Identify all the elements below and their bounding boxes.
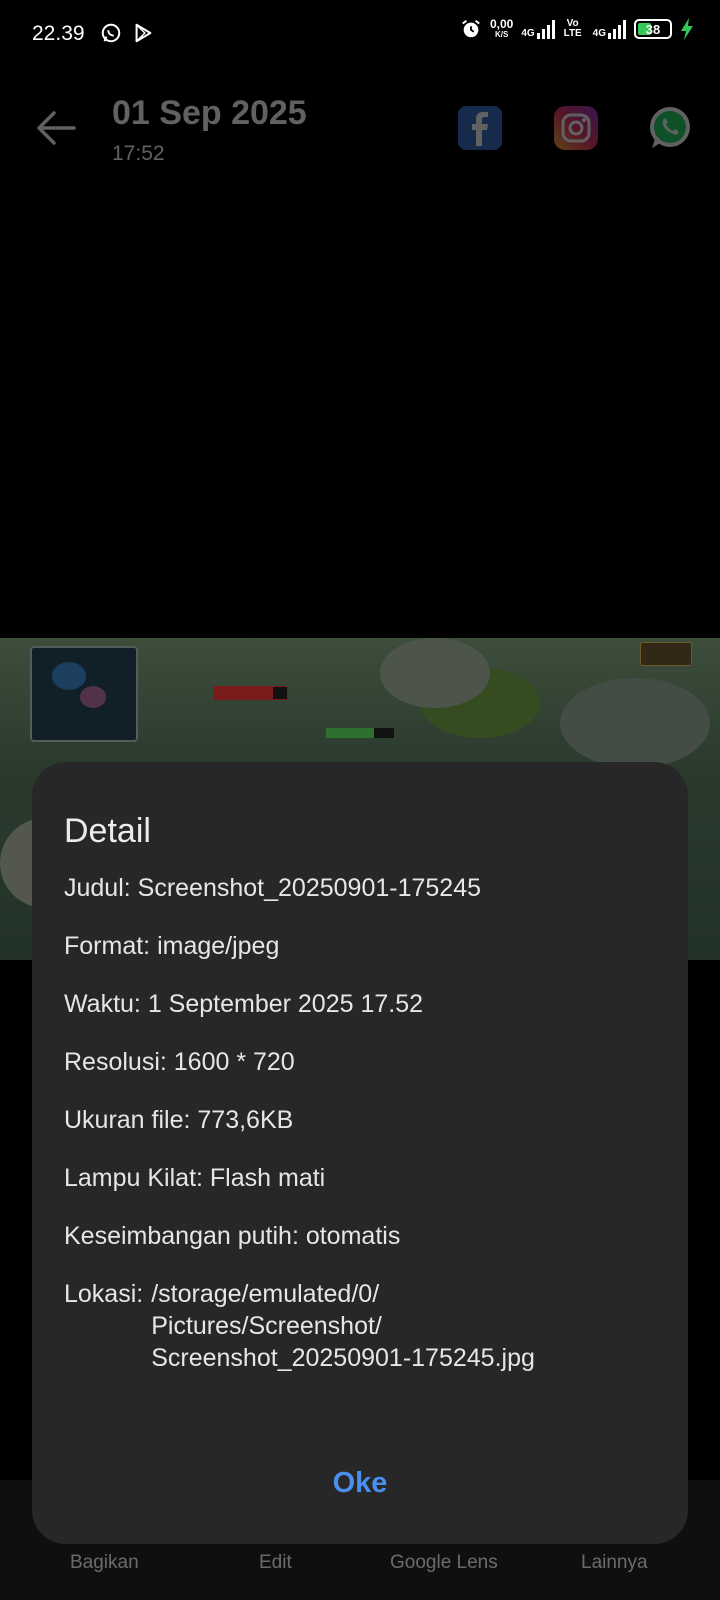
location-line: Pictures/Screenshot/	[151, 1312, 382, 1340]
system-icons: 0,00 K/S 4G Vo LTE 4G 38	[460, 18, 694, 40]
location-label: Lokasi:	[64, 1280, 144, 1308]
whatsapp-icon[interactable]	[648, 106, 692, 150]
signal-bars-icon	[536, 19, 555, 39]
battery-level: 38	[645, 21, 661, 37]
edit-button[interactable]: Edit	[259, 1552, 292, 1574]
sim2-signal: 4G	[593, 19, 626, 39]
status-bar: 22.39 0,00 K/S 4G Vo LTE 4G 38	[0, 0, 720, 72]
signal-bars-icon	[608, 19, 626, 39]
detail-list: Judul: Screenshot_20250901-175245 Format…	[64, 872, 664, 1400]
detail-flash-row: Lampu Kilat: Flash mati	[64, 1164, 326, 1192]
sim1-signal: 4G	[521, 19, 555, 39]
notification-icons	[100, 22, 154, 44]
location-line: Screenshot_20250901-175245.jpg	[151, 1344, 535, 1372]
charging-icon	[681, 18, 693, 40]
sim2-label: 4G	[592, 28, 606, 39]
detail-filesize-row: Ukuran file: 773,6KB	[64, 1106, 294, 1134]
location-path: /storage/emulated/0/ Pictures/Screenshot…	[151, 1278, 535, 1374]
share-button[interactable]: Bagikan	[70, 1552, 139, 1574]
battery-icon: 38	[634, 19, 672, 39]
back-arrow-icon[interactable]	[34, 108, 78, 148]
detail-whitebalance-row: Keseimbangan putih: otomatis	[64, 1222, 401, 1250]
network-speed-unit: K/S	[494, 30, 509, 39]
detail-location-row: Lokasi: /storage/emulated/0/ Pictures/Sc…	[64, 1278, 664, 1374]
network-speed-value: 0,00	[489, 17, 514, 31]
play-store-icon	[135, 23, 152, 43]
detail-format-row: Format: image/jpeg	[64, 932, 280, 960]
more-button[interactable]: Lainnya	[581, 1552, 648, 1574]
status-time: 22.39	[32, 22, 85, 45]
instagram-icon[interactable]	[554, 106, 598, 150]
facebook-icon[interactable]	[458, 106, 502, 150]
photo-time: 17:52	[112, 142, 165, 165]
dialog-title: Detail	[64, 812, 151, 850]
sim1-label: 4G	[521, 28, 535, 39]
viewer-header: 01 Sep 2025 17:52	[0, 86, 720, 176]
detail-dialog: Detail Judul: Screenshot_20250901-175245…	[32, 762, 688, 1544]
ok-button[interactable]: Oke	[32, 1467, 688, 1500]
network-speed: 0,00 K/S	[490, 18, 513, 40]
volte-label: Vo LTE	[563, 18, 582, 39]
detail-resolution-row: Resolusi: 1600 * 720	[64, 1048, 295, 1076]
detail-title-row: Judul: Screenshot_20250901-175245	[64, 874, 482, 902]
location-line: /storage/emulated/0/	[151, 1280, 380, 1308]
google-lens-button[interactable]: Google Lens	[390, 1552, 498, 1574]
whatsapp-notification-icon	[101, 23, 121, 43]
alarm-icon	[462, 19, 480, 38]
detail-time-row: Waktu: 1 September 2025 17.52	[64, 990, 424, 1018]
photo-date: 01 Sep 2025	[112, 94, 307, 132]
